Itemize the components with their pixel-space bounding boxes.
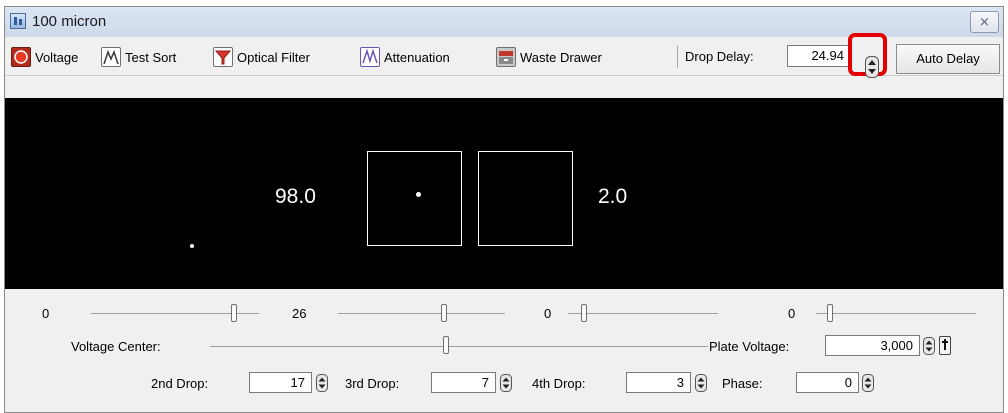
slider-2-thumb[interactable] [441, 304, 447, 322]
waste-drawer-button[interactable]: Waste Drawer [496, 46, 602, 68]
left-percent: 98.0 [275, 185, 316, 208]
toolbar-separator [677, 46, 678, 68]
droplet-dot [416, 192, 421, 197]
voltage-center-label: Voltage Center: [71, 339, 161, 354]
test-sort-button[interactable]: Test Sort [101, 46, 176, 68]
phase-spinner[interactable] [862, 374, 874, 392]
right-percent: 2.0 [598, 185, 628, 208]
voltage-icon [11, 47, 31, 67]
optical-filter-button[interactable]: Optical Filter [213, 46, 310, 68]
slider-4-thumb[interactable] [827, 304, 833, 322]
attenuation-button[interactable]: Attenuation [360, 46, 450, 68]
plate-voltage-spinner[interactable] [923, 337, 935, 355]
voltage-label: Voltage [35, 49, 79, 65]
attenuation-label: Attenuation [384, 49, 450, 65]
main-window: 100 micron ⨯ Voltage Test Sort Optical F… [4, 6, 1004, 413]
second-drop-label: 2nd Drop: [151, 376, 209, 391]
droplet-display: 98.0 2.0 [5, 98, 1003, 289]
controls-panel: 0 26 0 0 Voltage Center: Plate Voltage: … [5, 289, 1003, 412]
phase-label: Phase: [722, 376, 763, 391]
drop-delay-label: Drop Delay: [685, 49, 754, 64]
second-drop-spinner[interactable] [316, 374, 328, 392]
third-drop-label: 3rd Drop: [345, 376, 400, 391]
spinner-icon[interactable] [865, 56, 879, 78]
optical-filter-label: Optical Filter [237, 49, 310, 65]
slider-3-thumb[interactable] [581, 304, 587, 322]
slider-1-thumb[interactable] [231, 304, 237, 322]
fourth-drop-label: 4th Drop: [532, 376, 586, 391]
plate-voltage-input[interactable]: 3,000 [825, 335, 920, 356]
attenuation-icon [360, 47, 380, 67]
window-title: 100 micron [32, 13, 107, 30]
second-drop-input[interactable]: 17 [249, 372, 312, 393]
optical-filter-icon [213, 47, 233, 67]
right-sort-box [478, 151, 573, 246]
third-drop-spinner[interactable] [500, 374, 512, 392]
app-icon [10, 13, 26, 29]
drop-delay-input[interactable]: 24.94 [787, 45, 849, 67]
voltage-button[interactable]: Voltage [11, 46, 78, 68]
stream-dot [190, 244, 194, 248]
third-drop-input[interactable]: 7 [431, 372, 496, 393]
slider-2-track [338, 313, 505, 314]
slider-3-value: 0 [544, 306, 552, 321]
auto-delay-button[interactable]: Auto Delay [896, 44, 1000, 74]
phase-input[interactable]: 0 [796, 372, 859, 393]
slider-2-value: 26 [292, 306, 307, 321]
test-sort-label: Test Sort [125, 49, 177, 65]
slider-3-track [568, 313, 718, 314]
waste-drawer-icon [496, 47, 516, 67]
close-button[interactable]: ⨯ [970, 11, 999, 33]
voltage-center-thumb[interactable] [443, 336, 449, 354]
slider-4-value: 0 [788, 306, 796, 321]
slider-4-track [816, 313, 976, 314]
close-icon: ⨯ [979, 14, 990, 29]
pin-icon[interactable] [939, 336, 951, 355]
plate-voltage-label: Plate Voltage: [709, 339, 790, 354]
fourth-drop-spinner[interactable] [695, 374, 707, 392]
fourth-drop-input[interactable]: 3 [626, 372, 691, 393]
test-sort-icon [101, 47, 121, 67]
waste-drawer-label: Waste Drawer [520, 49, 602, 65]
left-sort-box [367, 151, 462, 246]
voltage-center-track [210, 346, 708, 347]
slider-1-value: 0 [42, 306, 50, 321]
